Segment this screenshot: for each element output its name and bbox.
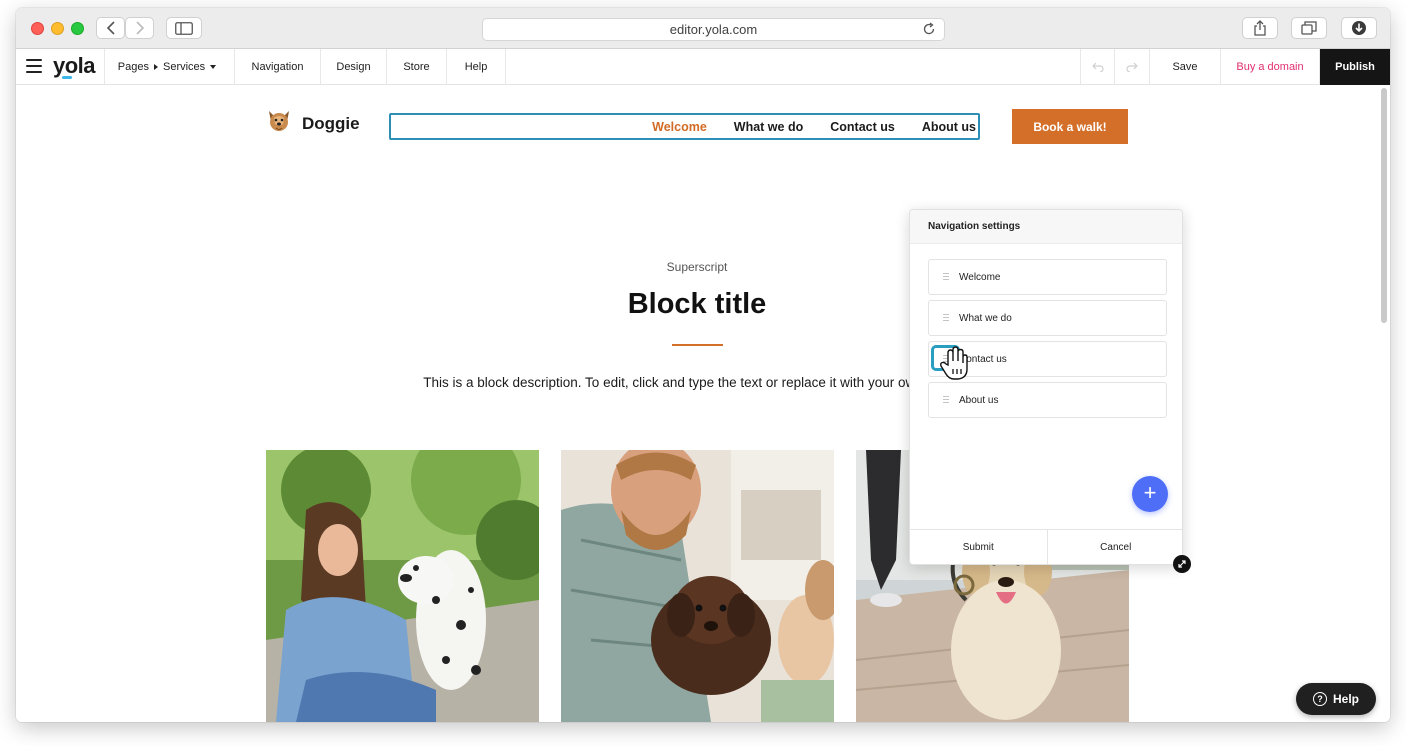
publish-button[interactable]: Publish	[1320, 49, 1390, 85]
pages-dropdown[interactable]: Pages Services	[105, 49, 235, 85]
redo-button[interactable]	[1115, 49, 1150, 85]
sidebar-toggle-button[interactable]	[166, 17, 202, 39]
sidebar-icon	[175, 21, 193, 35]
save-button[interactable]: Save	[1150, 49, 1221, 85]
close-window-button[interactable]	[31, 22, 44, 35]
photo-man-with-puppy[interactable]	[561, 450, 834, 722]
editor-toolbar: yola Pages Services Navigation Design St…	[16, 49, 1390, 85]
resize-icon	[1178, 560, 1186, 568]
save-label: Save	[1172, 61, 1198, 73]
nav-item-what-we-do[interactable]: What we do	[928, 300, 1167, 336]
nav-item-about-us[interactable]: About us	[928, 382, 1167, 418]
site-nav-about-us[interactable]: About us	[922, 120, 976, 134]
browser-titlebar: editor.yola.com	[16, 8, 1390, 49]
navigation-settings-panel: Navigation settings Welcome What we do C…	[909, 209, 1183, 565]
downloads-button[interactable]	[1341, 17, 1377, 39]
block-description[interactable]: This is a block description. To edit, cl…	[397, 372, 997, 394]
undo-icon	[1091, 62, 1104, 72]
zoom-window-button[interactable]	[71, 22, 84, 35]
panel-resize-handle[interactable]	[1173, 555, 1191, 573]
title-divider	[672, 344, 723, 346]
reload-icon[interactable]	[922, 22, 936, 36]
cancel-button[interactable]: Cancel	[1046, 530, 1183, 564]
site-navigation[interactable]: Welcome What we do Contact us About us	[389, 113, 980, 140]
help-widget-label: Help	[1332, 692, 1359, 706]
photo-woman-with-dalmatian[interactable]	[266, 450, 539, 722]
nav-item-welcome[interactable]: Welcome	[928, 259, 1167, 295]
nav-item-label: What we do	[959, 312, 1012, 324]
block-title[interactable]: Block title	[497, 288, 897, 321]
site-name[interactable]: Doggie	[302, 114, 360, 134]
navigation-label: Navigation	[251, 61, 304, 73]
chevron-down-icon	[210, 65, 217, 69]
share-icon	[1254, 20, 1266, 36]
redo-icon	[1126, 62, 1138, 72]
store-menu[interactable]: Store	[387, 49, 447, 85]
navigation-menu[interactable]: Navigation	[235, 49, 321, 85]
back-button[interactable]	[96, 17, 125, 39]
question-icon: ?	[1312, 692, 1327, 706]
block-superscript[interactable]: Superscript	[547, 260, 847, 274]
chevron-right-icon	[135, 21, 144, 35]
minimize-window-button[interactable]	[51, 22, 64, 35]
forward-button[interactable]	[125, 17, 154, 39]
drag-handle-icon[interactable]	[943, 272, 949, 282]
undo-button[interactable]	[1080, 49, 1115, 85]
url-text: editor.yola.com	[669, 22, 758, 37]
site-nav-what-we-do[interactable]: What we do	[734, 120, 803, 134]
share-button[interactable]	[1242, 17, 1278, 39]
site-nav-welcome[interactable]: Welcome	[652, 120, 707, 134]
help-label: Help	[464, 61, 488, 73]
chevron-right-icon	[154, 64, 158, 70]
help-widget-button[interactable]: ? Help	[1296, 683, 1376, 715]
panel-title: Navigation settings	[910, 210, 1182, 244]
book-walk-button[interactable]: Book a walk!	[1012, 109, 1128, 144]
nav-items-list: Welcome What we do Contact us About us	[928, 259, 1167, 423]
dog-logo-icon	[269, 111, 289, 131]
grab-cursor-icon	[940, 346, 968, 380]
download-icon	[1352, 21, 1366, 35]
drag-handle-icon[interactable]	[943, 313, 949, 323]
canvas-scrollbar[interactable]	[1381, 88, 1387, 323]
nav-item-label: Welcome	[959, 271, 1001, 283]
buy-domain-label: Buy a domain	[1236, 61, 1304, 73]
drag-handle-icon[interactable]	[943, 395, 949, 405]
publish-label: Publish	[1335, 61, 1375, 73]
tab-overview-button[interactable]	[1291, 17, 1327, 39]
current-page-label: Services	[163, 61, 206, 73]
tabs-icon	[1301, 21, 1317, 35]
browser-window: editor.yola.com yola Pages Services Navi…	[16, 8, 1390, 722]
site-nav-contact-us[interactable]: Contact us	[830, 120, 895, 134]
buy-domain-button[interactable]: Buy a domain	[1221, 49, 1320, 85]
pages-label: Pages	[117, 61, 149, 73]
help-menu[interactable]: Help	[447, 49, 506, 85]
nav-item-label: About us	[959, 394, 999, 406]
chevron-left-icon	[106, 21, 115, 35]
store-label: Store	[403, 61, 430, 73]
site-canvas[interactable]: Doggie Welcome What we do Contact us Abo…	[16, 85, 1390, 722]
address-bar[interactable]: editor.yola.com	[482, 18, 945, 41]
panel-footer: Submit Cancel	[910, 529, 1183, 564]
submit-button[interactable]: Submit	[910, 530, 1047, 564]
design-menu[interactable]: Design	[321, 49, 387, 85]
design-label: Design	[336, 61, 371, 73]
logo-cell	[16, 49, 105, 85]
add-nav-item-button[interactable]: +	[1132, 476, 1168, 512]
